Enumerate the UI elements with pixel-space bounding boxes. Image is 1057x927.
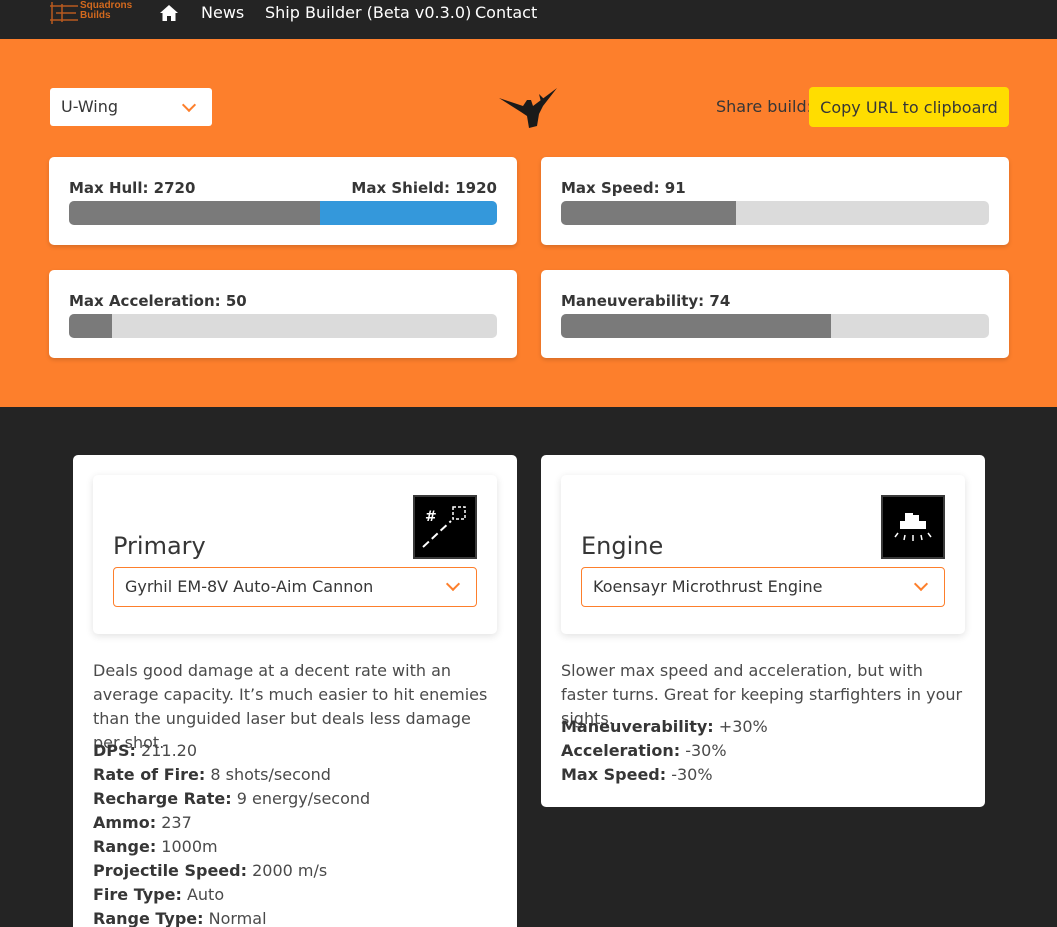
chevron-down-icon xyxy=(181,97,197,113)
hull-shield-card: Max Hull: 2720 Max Shield: 1920 xyxy=(49,157,517,245)
u-wing-silhouette-icon xyxy=(499,88,557,128)
nav-ship-builder[interactable]: Ship Builder (Beta v0.3.0) xyxy=(265,3,471,23)
primary-stat-key: Projectile Speed: xyxy=(93,861,247,880)
top-navbar: Squadrons Builds News Ship Builder (Beta… xyxy=(0,0,1057,39)
auto-aim-cannon-icon: # xyxy=(413,495,477,559)
engine-card: Engine Koensayr Microthrust Engine Slowe… xyxy=(541,455,985,807)
primary-stat-value: 237 xyxy=(156,813,192,832)
share-build-label: Share build: xyxy=(716,97,812,116)
acceleration-bar-fill xyxy=(69,314,112,338)
svg-text:#: # xyxy=(425,509,437,525)
engine-stat-key: Acceleration: xyxy=(561,741,681,760)
speed-bar-fill xyxy=(561,201,737,225)
primary-weapon-value: Gyrhil EM-8V Auto-Aim Cannon xyxy=(125,577,374,596)
primary-stat-value: 211.20 xyxy=(135,741,198,760)
primary-stat-key: Fire Type: xyxy=(93,885,182,904)
home-icon xyxy=(160,5,178,21)
primary-stat-key: Rate of Fire: xyxy=(93,765,206,784)
primary-stat-row: Recharge Rate: 9 energy/second xyxy=(93,787,497,811)
copy-url-button[interactable]: Copy URL to clipboard xyxy=(809,87,1009,127)
ship-stats-hero: U-Wing Share build: Copy URL to clipboar… xyxy=(0,39,1057,407)
maneuverability-bar-fill xyxy=(561,314,831,338)
primary-stat-value: 2000 m/s xyxy=(247,861,328,880)
max-shield-label: Max Shield: 1920 xyxy=(351,179,497,197)
primary-weapon-card: Primary # Gyrhil EM-8V Auto-Aim Cannon D… xyxy=(73,455,517,927)
engine-stats-list: Maneuverability: +30% Acceleration: -30% M… xyxy=(561,715,965,787)
primary-stat-value: 9 energy/second xyxy=(231,789,371,808)
acceleration-bar xyxy=(69,314,497,338)
primary-stat-value: Auto xyxy=(181,885,225,904)
engine-stat-row: Max Speed: -30% xyxy=(561,763,965,787)
primary-stat-row: Projectile Speed: 2000 m/s xyxy=(93,859,497,883)
primary-stat-row: Range Type: Normal xyxy=(93,907,497,927)
primary-title: Primary xyxy=(113,532,206,560)
engine-title: Engine xyxy=(581,532,664,560)
ship-select-value: U-Wing xyxy=(61,97,119,116)
engine-stat-value: -30% xyxy=(666,765,713,784)
primary-stat-value: 1000m xyxy=(156,837,218,856)
brand-name: Squadrons Builds xyxy=(80,1,132,21)
primary-stat-row: Rate of Fire: 8 shots/second xyxy=(93,763,497,787)
primary-stat-key: DPS: xyxy=(93,741,136,760)
engine-slot-box: Engine Koensayr Microthrust Engine xyxy=(561,475,965,634)
max-acceleration-card: Max Acceleration: 50 xyxy=(49,270,517,358)
engine-stat-row: Maneuverability: +30% xyxy=(561,715,965,739)
ship-select[interactable]: U-Wing xyxy=(50,88,212,126)
speed-bar xyxy=(561,201,989,225)
primary-stat-key: Range Type: xyxy=(93,909,204,927)
chevron-down-icon xyxy=(913,576,929,592)
engine-stat-value: -30% xyxy=(680,741,727,760)
primary-stat-value: 8 shots/second xyxy=(205,765,331,784)
engine-stat-key: Max Speed: xyxy=(561,765,667,784)
hull-bar-fill xyxy=(69,201,320,225)
maneuverability-label: Maneuverability: 74 xyxy=(561,292,731,310)
microthrust-engine-icon xyxy=(881,495,945,559)
max-speed-card: Max Speed: 91 xyxy=(541,157,1009,245)
max-speed-label: Max Speed: 91 xyxy=(561,179,686,197)
nav-home-link[interactable] xyxy=(159,4,179,22)
nav-contact[interactable]: Contact xyxy=(475,3,537,23)
primary-stat-row: Fire Type: Auto xyxy=(93,883,497,907)
maneuverability-card: Maneuverability: 74 xyxy=(541,270,1009,358)
nav-news[interactable]: News xyxy=(201,3,244,23)
engine-stat-value: +30% xyxy=(713,717,768,736)
brand-logo[interactable]: Squadrons Builds xyxy=(48,0,138,28)
primary-stats-list: DPS: 211.20 Rate of Fire: 8 shots/second R… xyxy=(93,739,497,927)
primary-stat-key: Ammo: xyxy=(93,813,157,832)
primary-slot-box: Primary # Gyrhil EM-8V Auto-Aim Cannon xyxy=(93,475,497,634)
hull-shield-bar xyxy=(69,201,497,225)
primary-stat-value: Normal xyxy=(203,909,267,927)
primary-weapon-select[interactable]: Gyrhil EM-8V Auto-Aim Cannon xyxy=(113,567,477,607)
primary-stat-row: Range: 1000m xyxy=(93,835,497,859)
primary-stat-row: Ammo: 237 xyxy=(93,811,497,835)
shield-bar-fill xyxy=(319,201,497,225)
chevron-down-icon xyxy=(445,576,461,592)
primary-stat-key: Range: xyxy=(93,837,157,856)
xwing-logo-icon xyxy=(50,2,78,24)
max-hull-label: Max Hull: 2720 xyxy=(69,179,196,197)
engine-select[interactable]: Koensayr Microthrust Engine xyxy=(581,567,945,607)
engine-value: Koensayr Microthrust Engine xyxy=(593,577,823,596)
max-acceleration-label: Max Acceleration: 50 xyxy=(69,292,247,310)
brand-line-2: Builds xyxy=(80,10,111,21)
primary-stat-row: DPS: 211.20 xyxy=(93,739,497,763)
maneuverability-bar xyxy=(561,314,989,338)
primary-stat-key: Recharge Rate: xyxy=(93,789,232,808)
engine-stat-row: Acceleration: -30% xyxy=(561,739,965,763)
engine-stat-key: Maneuverability: xyxy=(561,717,714,736)
